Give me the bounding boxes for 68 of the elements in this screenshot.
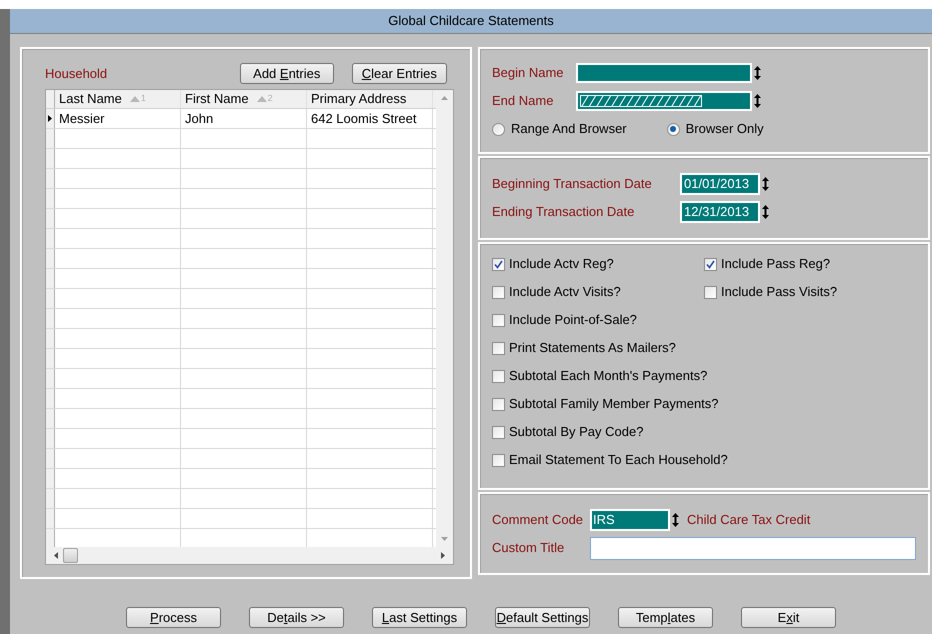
checkbox-label: Include Actv Visits?	[509, 283, 621, 302]
checkbox[interactable]	[492, 426, 505, 438]
column-header[interactable]: First Name 2	[181, 90, 307, 108]
add-entries-button[interactable]: Add Entries	[240, 63, 334, 84]
sort-icon	[130, 96, 140, 102]
custom-title-field[interactable]	[590, 536, 916, 560]
comment-description: Child Care Tax Credit	[687, 511, 810, 530]
radio-label: Range And Browser	[511, 120, 627, 138]
clear-entries-button[interactable]: Clear Entries	[352, 63, 447, 84]
field-label: Custom Title	[492, 539, 566, 558]
spinner-icon[interactable]	[762, 177, 769, 191]
column-header[interactable]: Primary Address	[307, 90, 433, 108]
field-label: Beginning Transaction Date	[492, 175, 653, 194]
scroll-thumb[interactable]	[63, 548, 78, 563]
table-cell: Messier	[55, 109, 181, 128]
field-label: End Name	[492, 92, 554, 110]
checkbox-label: Include Pass Reg?	[721, 255, 830, 274]
checkbox-label: Subtotal Family Member Payments?	[509, 395, 719, 414]
action-button[interactable]: Details >>	[249, 607, 344, 628]
household-label: Household	[45, 64, 108, 83]
radio-button[interactable]	[492, 122, 505, 136]
action-button[interactable]: Default Settings	[495, 607, 590, 628]
radio-button[interactable]	[666, 122, 680, 136]
table-cell: 642 Loomis Street	[307, 109, 433, 128]
field-label: Comment Code	[492, 511, 584, 530]
radio-label: Browser Only	[686, 120, 764, 138]
checkbox[interactable]	[704, 258, 717, 270]
field-label: Begin Name	[492, 64, 565, 82]
action-button[interactable]: Process	[126, 607, 221, 628]
vertical-scrollbar[interactable]	[436, 90, 453, 547]
window-title: Global Childcare Statements	[388, 12, 554, 30]
checkbox-label: Print Statements As Mailers?	[509, 339, 676, 358]
spinner-icon[interactable]	[762, 205, 769, 219]
spinner-icon[interactable]	[672, 513, 679, 527]
checkbox[interactable]	[492, 370, 505, 382]
checkbox[interactable]	[492, 454, 505, 466]
scroll-down-icon[interactable]	[441, 537, 448, 541]
scroll-right-icon[interactable]	[441, 552, 445, 559]
action-button[interactable]: Exit	[741, 607, 836, 628]
name-field[interactable]	[576, 91, 752, 111]
horizontal-scrollbar[interactable]	[46, 547, 453, 564]
checkbox[interactable]	[704, 286, 717, 298]
checkbox[interactable]	[492, 258, 505, 270]
checkbox-label: Subtotal Each Month's Payments?	[509, 367, 708, 386]
checkbox-label: Include Pass Visits?	[721, 283, 838, 302]
checkbox-label: Email Statement To Each Household?	[509, 451, 728, 470]
sort-icon	[256, 96, 267, 102]
column-header[interactable]: Last Name 1	[55, 90, 181, 108]
checkbox-label: Include Point-of-Sale?	[509, 311, 637, 330]
spinner-icon[interactable]	[754, 66, 761, 80]
scroll-left-icon[interactable]	[54, 552, 58, 559]
checkbox-label: Subtotal By Pay Code?	[509, 423, 644, 442]
checkbox[interactable]	[492, 342, 505, 354]
action-button[interactable]: Templates	[618, 607, 713, 628]
checkbox[interactable]	[492, 286, 505, 298]
date-field[interactable]: 01/01/2013	[680, 173, 760, 195]
row-selector[interactable]	[46, 109, 55, 128]
checkbox-label: Include Actv Reg?	[509, 255, 614, 274]
table-cell: John	[181, 109, 307, 128]
field-label: Ending Transaction Date	[492, 203, 636, 222]
comment-code-field[interactable]: IRS	[590, 509, 670, 531]
checkbox[interactable]	[492, 398, 505, 410]
date-field[interactable]: 12/31/2013	[680, 201, 760, 223]
name-field[interactable]	[576, 63, 752, 83]
action-button[interactable]: Last Settings	[372, 607, 467, 628]
spinner-icon[interactable]	[754, 94, 761, 108]
checkbox[interactable]	[492, 314, 505, 326]
scroll-up-icon[interactable]	[441, 96, 448, 100]
